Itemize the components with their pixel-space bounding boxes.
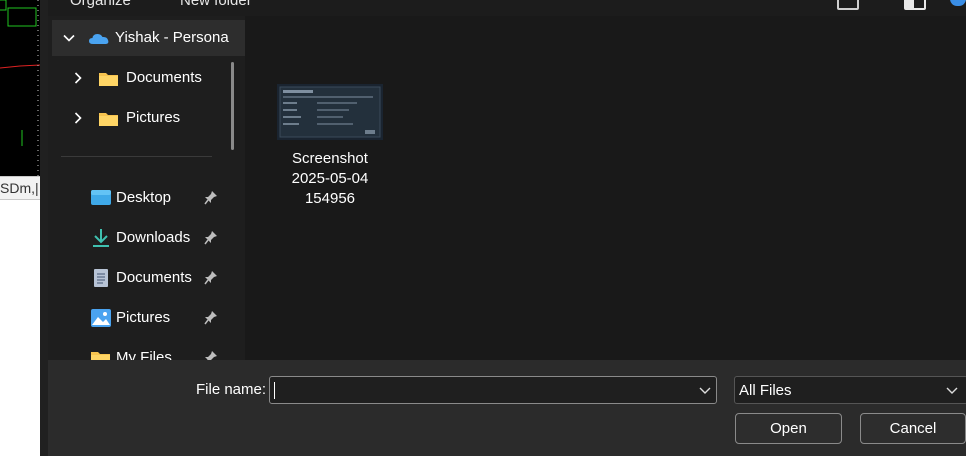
- nav-item-pictures[interactable]: Pictures: [52, 100, 245, 136]
- file-type-select[interactable]: All Files: [734, 376, 966, 404]
- nav-scrollbar[interactable]: [231, 62, 234, 150]
- file-name-input[interactable]: [269, 376, 717, 404]
- nav-item-label: Documents: [116, 269, 192, 286]
- nav-item-onedrive[interactable]: Yishak - Persona: [52, 20, 245, 56]
- quick-access-desktop[interactable]: Desktop: [52, 180, 245, 216]
- nav-item-label: Pictures: [116, 309, 171, 326]
- pictures-icon: [90, 308, 112, 328]
- nav-item-label: Yishak - Persona: [115, 29, 229, 46]
- quick-access-pictures[interactable]: Pictures: [52, 300, 245, 336]
- folder-icon: [90, 348, 112, 360]
- chevron-down-icon[interactable]: [59, 28, 79, 48]
- background-chart: [0, 0, 41, 176]
- save-dialog: Organize New folder Yishak - Persona Doc…: [48, 0, 966, 456]
- preview-pane-icon[interactable]: [904, 0, 926, 10]
- pin-icon[interactable]: [204, 270, 218, 286]
- documents-icon: [90, 268, 112, 288]
- chevron-down-icon[interactable]: [945, 383, 959, 397]
- folder-icon: [98, 109, 120, 129]
- chevron-right-icon[interactable]: [68, 108, 88, 128]
- pin-icon[interactable]: [204, 230, 218, 246]
- quick-access-my-files[interactable]: My Files: [52, 340, 245, 360]
- file-name-line: Screenshot: [292, 150, 368, 167]
- file-name-label: File name:: [196, 381, 267, 398]
- view-options-icon[interactable]: [837, 0, 859, 10]
- text-caret: [274, 382, 275, 399]
- background-app: SDm,|: [0, 0, 48, 456]
- file-thumbnail: [277, 84, 383, 140]
- file-name-label: Screenshot 2025-05-04 154956: [282, 149, 378, 209]
- open-button[interactable]: Open: [735, 413, 842, 444]
- background-tab-text: SDm,|: [0, 176, 40, 200]
- nav-item-label: Documents: [126, 69, 202, 86]
- folder-icon: [98, 69, 120, 89]
- toolbar: Organize New folder: [48, 0, 966, 16]
- nav-item-label: Downloads: [116, 229, 191, 246]
- file-name-line: 154956: [304, 190, 356, 207]
- file-name-line: 2025-05-04: [291, 170, 369, 187]
- chevron-right-icon[interactable]: [68, 68, 88, 88]
- quick-access-downloads[interactable]: Downloads: [52, 220, 245, 256]
- navigation-pane: Yishak - Persona Documents Pictures Desk…: [48, 16, 245, 360]
- file-type-value: All Files: [739, 382, 792, 399]
- quick-access-documents[interactable]: Documents: [52, 260, 245, 296]
- cancel-button[interactable]: Cancel: [860, 413, 966, 444]
- desktop-icon: [90, 188, 112, 208]
- downloads-icon: [90, 228, 112, 248]
- nav-divider: [61, 156, 212, 157]
- nav-item-label: My Files: [116, 349, 172, 360]
- pin-icon[interactable]: [204, 310, 218, 326]
- file-list: Screenshot 2025-05-04 154956: [245, 16, 966, 360]
- new-folder-button[interactable]: New folder: [180, 0, 252, 9]
- organize-button[interactable]: Organize: [70, 0, 131, 9]
- nav-item-label: Desktop: [116, 189, 172, 206]
- nav-item-label: Pictures: [126, 109, 181, 126]
- nav-item-documents[interactable]: Documents: [52, 60, 245, 96]
- pin-icon[interactable]: [204, 190, 218, 206]
- chevron-down-icon[interactable]: [698, 383, 712, 397]
- pin-icon[interactable]: [204, 350, 218, 360]
- dialog-footer: File name: All Files Open Cancel: [48, 360, 966, 456]
- help-icon[interactable]: [950, 0, 966, 6]
- onedrive-icon: [88, 29, 110, 49]
- background-divider: [40, 0, 48, 456]
